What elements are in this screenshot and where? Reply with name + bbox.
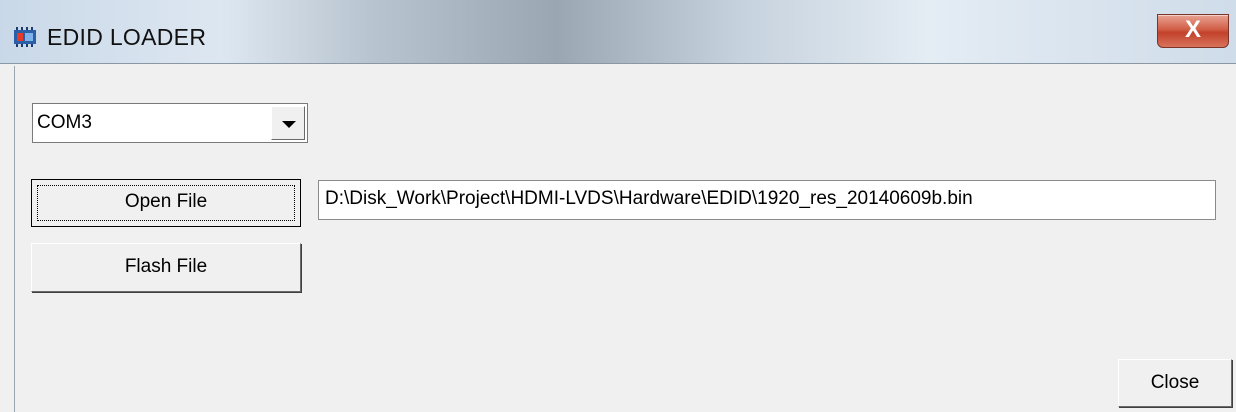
close-icon: X [1184, 16, 1201, 43]
flash-file-button[interactable]: Flash File [31, 243, 301, 292]
window-close-button[interactable]: X [1157, 14, 1229, 48]
window-title: EDID LOADER [47, 24, 207, 50]
app-chip-icon [14, 27, 36, 47]
focus-rectangle [37, 185, 295, 221]
close-button[interactable]: Close [1118, 359, 1232, 407]
open-file-button[interactable]: Open File [31, 179, 301, 227]
title-bar: EDID LOADER X [0, 0, 1236, 64]
chevron-down-icon[interactable] [271, 106, 305, 140]
close-label: Close [1150, 372, 1200, 393]
file-path-field[interactable]: D:\Disk_Work\Project\HDMI-LVDS\Hardware\… [318, 180, 1216, 220]
flash-file-label: Flash File [124, 256, 208, 277]
com-port-dropdown[interactable]: COM3 [32, 103, 308, 143]
com-port-value: COM3 [37, 112, 92, 133]
